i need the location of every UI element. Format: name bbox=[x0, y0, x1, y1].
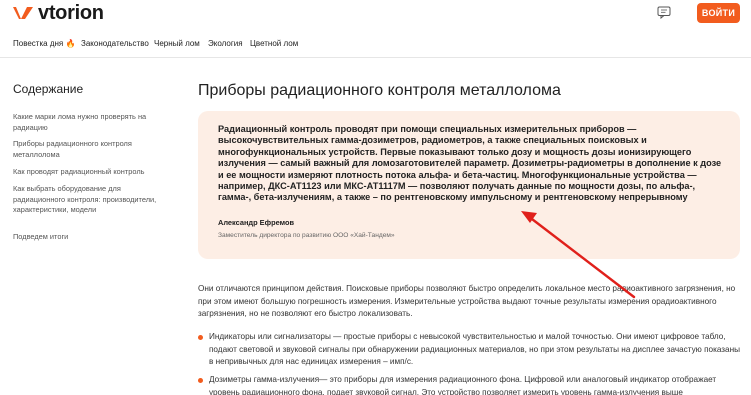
toc-item[interactable]: Как проводят радиационный контроль bbox=[13, 167, 163, 178]
list-item-text: Индикаторы или сигнализаторы — простые п… bbox=[209, 332, 741, 367]
bullet-dot-icon bbox=[198, 378, 203, 383]
logo-text: vtorion bbox=[38, 1, 104, 24]
list-item-text: Дозиметры гамма-излучения— это приборы д… bbox=[209, 375, 717, 395]
main-nav: Повестка дня 🔥 Законодательство Черный л… bbox=[0, 30, 751, 58]
nav-item-nonferrous-scrap[interactable]: Цветной лом bbox=[250, 39, 298, 48]
logo-mark-icon bbox=[13, 7, 33, 19]
quote-text: Радиационный контроль проводят при помощ… bbox=[218, 124, 722, 203]
nav-item-agenda[interactable]: Повестка дня 🔥 bbox=[13, 39, 75, 48]
login-button[interactable]: ВОЙТИ bbox=[697, 3, 740, 23]
chat-icon[interactable] bbox=[657, 6, 671, 19]
toc-item[interactable]: Подведем итоги bbox=[13, 232, 163, 243]
fire-icon: 🔥 bbox=[65, 39, 76, 48]
toc-item[interactable]: Приборы радиационного контроля металлоло… bbox=[13, 139, 163, 160]
bullet-dot-icon bbox=[198, 335, 203, 340]
nav-item-legislation[interactable]: Законодательство bbox=[81, 39, 149, 48]
toc-item[interactable]: Какие марки лома нужно проверять на ради… bbox=[13, 112, 163, 133]
quote-author: Александр Ефремов bbox=[218, 218, 295, 227]
site-header: vtorion ВОЙТИ bbox=[0, 0, 751, 28]
page-title: Приборы радиационного контроля металлоло… bbox=[198, 82, 561, 99]
toc-title: Содержание bbox=[13, 82, 84, 96]
logo[interactable]: vtorion bbox=[12, 2, 104, 24]
nav-item-ferrous-scrap[interactable]: Черный лом bbox=[154, 39, 200, 48]
body-paragraph: Они отличаются принципом действия. Поиск… bbox=[198, 284, 736, 319]
toc-item[interactable]: Как выбрать оборудование для радиационно… bbox=[13, 184, 163, 216]
nav-item-label: Повестка дня bbox=[13, 39, 64, 48]
quote-author-role: Заместитель директора по развитию ООО «Х… bbox=[218, 232, 395, 239]
nav-item-ecology[interactable]: Экология bbox=[208, 39, 243, 48]
expert-quote: Радиационный контроль проводят при помощ… bbox=[198, 111, 740, 259]
